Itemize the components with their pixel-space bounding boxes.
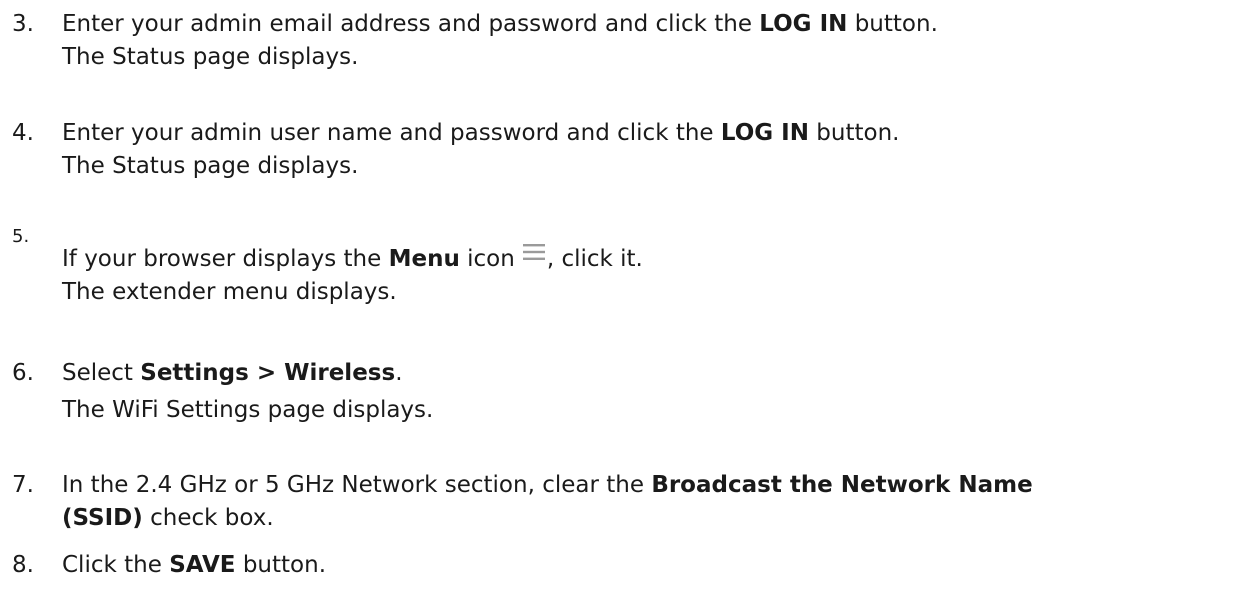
step-instruction: In the 2.4 GHz or 5 GHz Network section,… [62,472,1033,498]
save-label: SAVE [169,552,236,578]
step-number: 4. [12,120,34,146]
step-result: The Status page displays. [62,153,359,179]
step-result: The Status page displays. [62,44,359,70]
step-text: In the 2.4 GHz or 5 GHz Network section,… [62,469,1033,535]
step-instruction: Click the SAVE button. [62,552,326,578]
step-number: 7. [12,472,34,498]
instruction-document: 3. Enter your admin email address and pa… [0,0,1256,592]
step-number: 6. [12,360,34,386]
log-in-label: LOG IN [759,11,848,37]
step-instruction: Select Settings > Wireless. [62,360,403,386]
step-text: If your browser displays the Menu icon, … [62,243,643,309]
ssid-label: (SSID) [62,505,143,531]
step-instruction: Enter your admin email address and passw… [62,11,938,37]
step-number: 8. [12,552,34,578]
step-number: 3. [12,11,34,37]
step-instruction: Enter your admin user name and password … [62,120,900,146]
step-number: 5. [12,226,30,247]
step-text: Select Settings > Wireless. The WiFi Set… [62,357,433,427]
step-text: Enter your admin email address and passw… [62,8,938,74]
step-instruction: If your browser displays the Menu icon, … [62,244,643,272]
step-instruction-cont: (SSID) check box. [62,505,274,531]
menu-icon [522,244,545,260]
menu-label: Menu [388,246,460,272]
broadcast-ssid-label: Broadcast the Network Name [651,472,1033,498]
log-in-label: LOG IN [720,120,809,146]
step-text: Enter your admin user name and password … [62,117,899,183]
step-result: The extender menu displays. [62,279,397,305]
step-text: Click the SAVE button. [62,549,326,582]
step-result: The WiFi Settings page displays. [62,397,434,423]
settings-wireless-path: Settings > Wireless [140,360,396,386]
